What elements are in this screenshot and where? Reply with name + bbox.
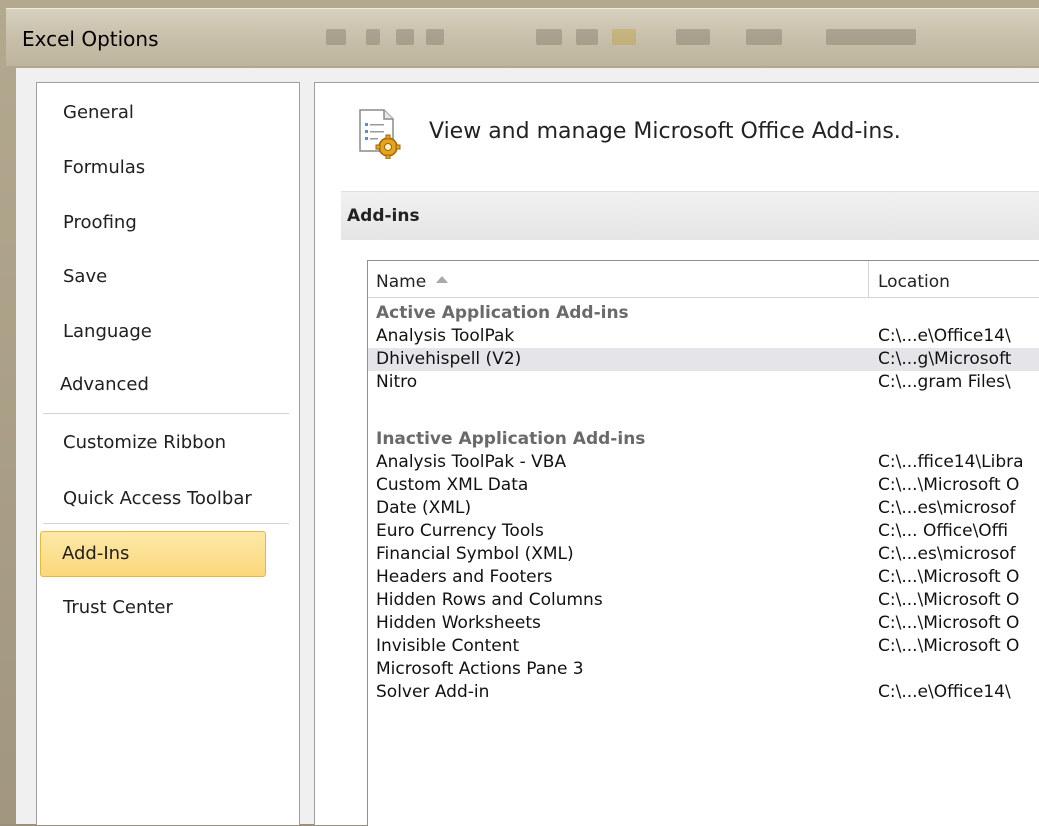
nav-item-label: Quick Access Toolbar <box>63 488 252 509</box>
row-name: Solver Add-in <box>376 682 490 702</box>
nav-item-trust-center[interactable]: Trust Center <box>38 586 296 630</box>
row-name: Hidden Worksheets <box>376 613 541 633</box>
row-name: Headers and Footers <box>376 567 553 587</box>
row-name: Date (XML) <box>376 498 472 518</box>
row-location: C:\...es\microsof <box>878 544 1016 564</box>
table-row[interactable]: Custom XML Data C:\...\Microsoft O <box>368 474 1039 497</box>
row-location: C:\...e\Office14\ <box>878 682 1011 702</box>
row-name: Financial Symbol (XML) <box>376 544 574 564</box>
nav-item-label: Save <box>63 266 108 287</box>
column-name-label: Name <box>376 272 427 292</box>
table-row[interactable]: Headers and Footers C:\...\Microsoft O <box>368 566 1039 589</box>
nav-separator <box>43 413 289 414</box>
window-title: Excel Options <box>22 27 159 51</box>
nav-item-label: Language <box>63 321 152 342</box>
section-header: Add-ins <box>341 191 1039 240</box>
nav-item-customize-ribbon[interactable]: Customize Ribbon <box>38 421 296 465</box>
nav-item-label: Trust Center <box>63 597 173 618</box>
row-name: Analysis ToolPak - VBA <box>376 452 567 472</box>
nav-item-label: General <box>63 102 134 123</box>
window-frame: Excel Options General Formulas Proofing … <box>0 0 1039 826</box>
table-row-selected[interactable]: Dhivehispell (V2) C:\...g\Microsoft <box>368 348 1039 371</box>
content-panel: View and manage Microsoft Office Add-ins… <box>314 82 1039 826</box>
row-location: C:\...gram Files\ <box>878 372 1011 392</box>
nav-panel: General Formulas Proofing Save Language … <box>36 82 300 825</box>
row-name: Custom XML Data <box>376 475 529 495</box>
table-row[interactable]: Analysis ToolPak C:\...e\Office14\ <box>368 325 1039 348</box>
column-header-name[interactable]: Name <box>376 272 449 292</box>
nav-item-formulas[interactable]: Formulas <box>38 146 296 190</box>
nav-item-save[interactable]: Save <box>38 255 296 299</box>
row-location: C:\...\Microsoft O <box>878 567 1020 587</box>
table-row[interactable]: Solver Add-in C:\...e\Office14\ <box>368 681 1039 704</box>
row-location: C:\...e\Office14\ <box>878 326 1011 346</box>
nav-item-label: Customize Ribbon <box>63 432 226 453</box>
column-header-location[interactable]: Location <box>878 272 950 292</box>
table-row[interactable]: Euro Currency Tools C:\... Office\Offi <box>368 520 1039 543</box>
list-header: Name Location <box>368 261 1039 298</box>
sort-ascending-icon <box>436 275 449 283</box>
table-row[interactable]: Nitro C:\...gram Files\ <box>368 371 1039 394</box>
column-divider[interactable] <box>868 261 869 297</box>
row-location: C:\...g\Microsoft <box>878 349 1012 369</box>
table-row[interactable]: Microsoft Actions Pane 3 <box>368 658 1039 681</box>
table-row[interactable]: Invisible Content C:\...\Microsoft O <box>368 635 1039 658</box>
row-name: Nitro <box>376 372 418 392</box>
row-name: Analysis ToolPak <box>376 326 515 346</box>
table-row[interactable]: Hidden Rows and Columns C:\...\Microsoft … <box>368 589 1039 612</box>
nav-item-label: Add-Ins <box>62 543 130 564</box>
row-name: Euro Currency Tools <box>376 521 544 541</box>
row-location: C:\... Office\Offi <box>878 521 1009 541</box>
table-row[interactable]: Date (XML) C:\...es\microsof <box>368 497 1039 520</box>
page-header: View and manage Microsoft Office Add-ins… <box>429 119 901 144</box>
nav-item-label: Proofing <box>63 212 137 233</box>
nav-item-quick-access-toolbar[interactable]: Quick Access Toolbar <box>38 477 296 521</box>
title-bar: Excel Options <box>6 8 1039 66</box>
row-name: Microsoft Actions Pane 3 <box>376 659 584 679</box>
row-location: C:\...\Microsoft O <box>878 613 1020 633</box>
row-location: C:\...ffice14\Libra <box>878 452 1024 472</box>
nav-item-general[interactable]: General <box>38 91 296 135</box>
nav-separator <box>43 523 289 524</box>
add-ins-gear-icon <box>359 109 401 159</box>
nav-item-add-ins[interactable]: Add-Ins <box>40 531 266 577</box>
nav-item-label: Formulas <box>63 157 146 178</box>
nav-item-language[interactable]: Language <box>38 310 296 354</box>
ribbon-ghost <box>326 23 1039 53</box>
section-title: Add-ins <box>347 206 420 226</box>
group-header-active: Active Application Add-ins <box>376 303 629 323</box>
row-name: Hidden Rows and Columns <box>376 590 603 610</box>
nav-item-advanced[interactable]: Advanced <box>38 363 296 407</box>
row-location: C:\...\Microsoft O <box>878 590 1020 610</box>
add-ins-list[interactable]: Name Location Active Application Add-ins… <box>367 260 1039 826</box>
row-location: C:\...es\microsof <box>878 498 1016 518</box>
table-row[interactable]: Hidden Worksheets C:\...\Microsoft O <box>368 612 1039 635</box>
table-row[interactable]: Analysis ToolPak - VBA C:\...ffice14\Libr… <box>368 451 1039 474</box>
row-location: C:\...\Microsoft O <box>878 636 1020 656</box>
table-row[interactable]: Financial Symbol (XML) C:\...es\microsof <box>368 543 1039 566</box>
row-location: C:\...\Microsoft O <box>878 475 1020 495</box>
row-name: Invisible Content <box>376 636 520 656</box>
group-header-inactive: Inactive Application Add-ins <box>376 429 646 449</box>
row-name: Dhivehispell (V2) <box>376 349 522 369</box>
nav-item-proofing[interactable]: Proofing <box>38 201 296 245</box>
nav-item-label: Advanced <box>60 374 149 395</box>
dialog-body: General Formulas Proofing Save Language … <box>16 68 1039 826</box>
